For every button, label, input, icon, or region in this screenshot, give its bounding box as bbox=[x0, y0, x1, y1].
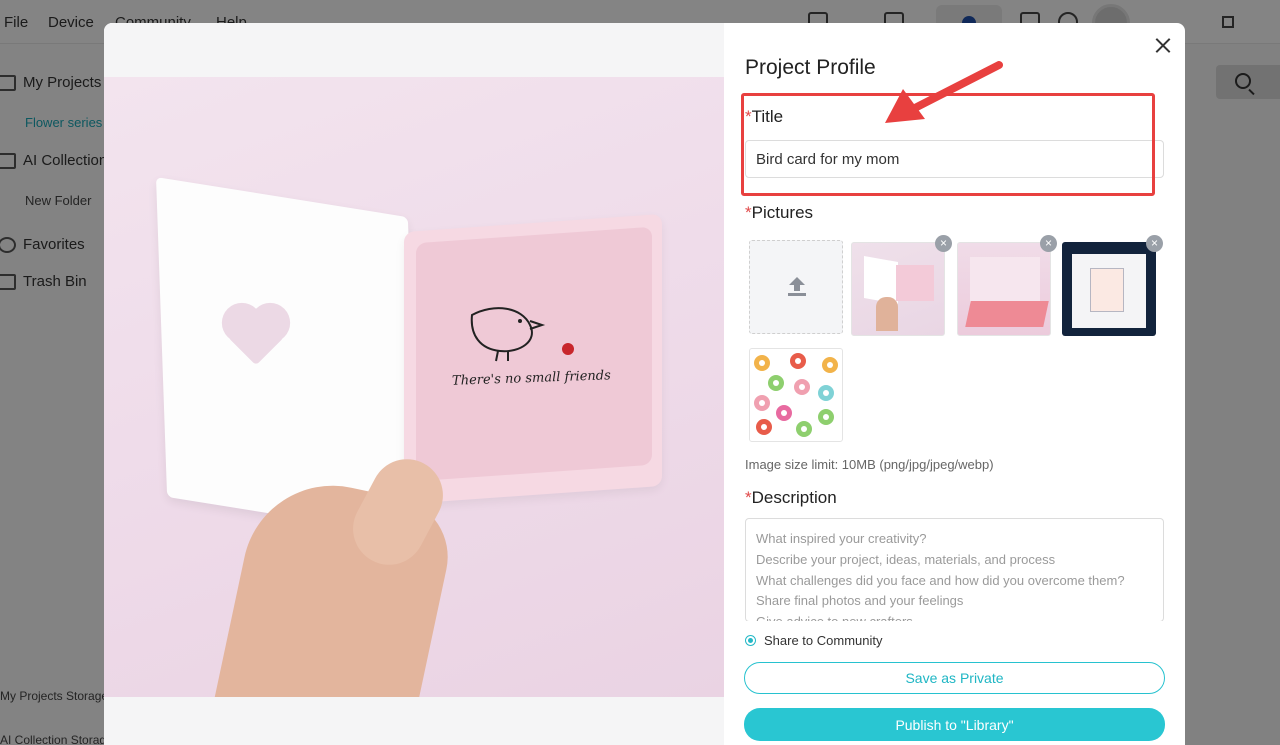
title-input[interactable] bbox=[745, 140, 1164, 178]
flower-icon bbox=[776, 405, 792, 421]
dialog-title: Project Profile bbox=[745, 56, 876, 79]
flower-icon bbox=[794, 379, 810, 395]
flower-icon bbox=[796, 421, 812, 437]
remove-picture-3-icon[interactable]: × bbox=[1146, 235, 1163, 252]
flower-icon bbox=[790, 353, 806, 369]
title-label-text: Title bbox=[751, 107, 784, 126]
preview-photo: There's no small friends bbox=[104, 77, 724, 697]
pictures-label-text: Pictures bbox=[751, 203, 814, 222]
profile-form: Project Profile *Title *Pictures bbox=[741, 23, 1185, 745]
description-label: *Description bbox=[745, 488, 837, 508]
publish-to-library-button[interactable]: Publish to "Library" bbox=[744, 708, 1165, 741]
required-mark: * bbox=[745, 203, 752, 222]
pictures-label: *Pictures bbox=[745, 203, 813, 223]
flower-icon bbox=[754, 355, 770, 371]
remove-picture-2-icon[interactable]: × bbox=[1040, 235, 1057, 252]
thumb-card-left bbox=[864, 256, 898, 304]
upload-icon bbox=[789, 277, 805, 291]
description-textarea[interactable]: What inspired your creativity? Describe … bbox=[745, 518, 1164, 622]
picture-thumbnail-1[interactable] bbox=[851, 242, 945, 336]
save-as-private-button[interactable]: Save as Private bbox=[744, 662, 1165, 694]
title-label: *Title bbox=[745, 107, 783, 127]
thumb-envelope bbox=[965, 301, 1049, 327]
upload-icon-base bbox=[788, 293, 806, 296]
image-size-hint: Image size limit: 10MB (png/jpg/jpeg/web… bbox=[745, 457, 994, 472]
project-profile-dialog: There's no small friends Project Profile… bbox=[104, 23, 1185, 745]
share-label: Share to Community bbox=[764, 633, 883, 648]
picture-thumbnail-2[interactable] bbox=[957, 242, 1051, 336]
thumb-card bbox=[970, 257, 1040, 305]
picture-thumbnail-3[interactable] bbox=[1062, 242, 1156, 336]
flower-icon bbox=[754, 395, 770, 411]
flower-icon bbox=[768, 375, 784, 391]
thumb-card-right bbox=[896, 265, 934, 301]
required-mark: * bbox=[745, 488, 752, 507]
required-mark: * bbox=[745, 107, 752, 126]
image-preview-panel: There's no small friends bbox=[104, 23, 724, 745]
description-label-text: Description bbox=[751, 488, 837, 507]
thumb-hand bbox=[876, 297, 898, 331]
thumb-design bbox=[1090, 268, 1124, 312]
share-radio[interactable] bbox=[745, 635, 756, 646]
flower-icon bbox=[756, 419, 772, 435]
flower-icon bbox=[822, 357, 838, 373]
annotation-arrow-icon bbox=[885, 61, 1003, 123]
bird-drawing-icon bbox=[470, 307, 574, 362]
remove-picture-1-icon[interactable]: × bbox=[935, 235, 952, 252]
upload-picture-button[interactable] bbox=[749, 240, 843, 334]
dialog-footer: Share to Community Save as Private Publi… bbox=[744, 621, 1185, 745]
flower-icon bbox=[818, 385, 834, 401]
flower-icon bbox=[818, 409, 834, 425]
picture-thumbnail-4[interactable] bbox=[749, 348, 843, 442]
share-to-community-option[interactable]: Share to Community bbox=[745, 633, 883, 648]
